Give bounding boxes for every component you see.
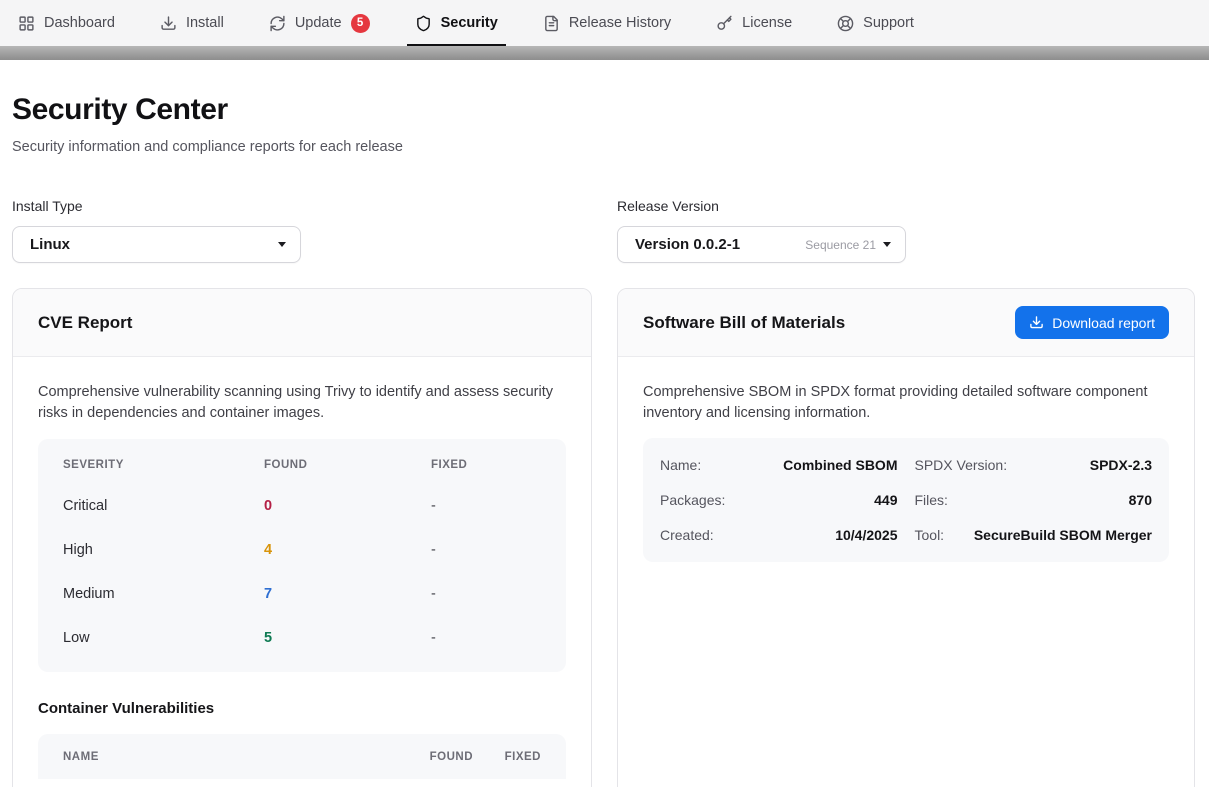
severity-label: Medium <box>63 586 264 602</box>
table-row: Low 5 - <box>38 616 566 660</box>
release-version-select[interactable]: Version 0.0.2-1 Sequence 21 <box>617 226 906 263</box>
col-severity: SEVERITY <box>63 459 264 471</box>
sbom-info-spdx-version: SPDX Version: SPDX-2.3 <box>915 457 1153 473</box>
top-nav: Dashboard Install Update 5 Security Rele… <box>0 0 1209 46</box>
sbom-info-tool: Tool: SecureBuild SBOM Merger <box>915 527 1153 543</box>
nav-item-security[interactable]: Security <box>413 0 500 46</box>
col-found: FOUND <box>264 459 431 471</box>
nav-divider-band <box>0 46 1209 60</box>
table-row: Medium 7 - <box>38 572 566 616</box>
col-fixed: FIXED <box>473 751 541 763</box>
filters-row: Install Type Linux Release Version Versi… <box>12 198 1195 263</box>
severity-label: Low <box>63 630 264 646</box>
chevron-down-icon <box>883 242 891 247</box>
info-label: Tool: <box>915 527 945 543</box>
col-found: FOUND <box>395 751 473 763</box>
install-icon <box>160 15 177 32</box>
found-count: 5 <box>264 630 431 646</box>
col-name: NAME <box>63 751 395 763</box>
page-title: Security Center <box>12 93 1195 127</box>
nav-item-dashboard[interactable]: Dashboard <box>16 0 117 46</box>
info-label: Files: <box>915 492 948 508</box>
chevron-down-icon <box>278 242 286 247</box>
nav-label: License <box>742 15 792 31</box>
cve-report-description: Comprehensive vulnerability scanning usi… <box>38 382 566 424</box>
install-type-value: Linux <box>30 236 70 253</box>
dashboard-icon <box>18 15 35 32</box>
info-value: 449 <box>874 492 897 508</box>
release-history-icon <box>543 15 560 32</box>
table-row: High 4 - <box>38 528 566 572</box>
security-icon <box>415 15 432 32</box>
info-value: SPDX-2.3 <box>1090 457 1152 473</box>
table-row: Critical 0 - <box>38 484 566 528</box>
download-report-button[interactable]: Download report <box>1015 306 1169 339</box>
info-label: Name: <box>660 457 701 473</box>
release-version-filter: Release Version Version 0.0.2-1 Sequence… <box>617 198 1195 263</box>
container-table-header: NAME FOUND FIXED <box>38 734 566 779</box>
install-type-filter: Install Type Linux <box>12 198 592 263</box>
cve-report-card: CVE Report Comprehensive vulnerability s… <box>12 288 592 787</box>
info-value: SecureBuild SBOM Merger <box>974 527 1152 543</box>
info-value: 10/4/2025 <box>835 527 897 543</box>
fixed-count: - <box>431 586 566 602</box>
found-count: 7 <box>264 586 431 602</box>
cards-row: CVE Report Comprehensive vulnerability s… <box>12 288 1195 787</box>
severity-label: High <box>63 542 264 558</box>
info-value: Combined SBOM <box>783 457 897 473</box>
update-icon <box>269 15 286 32</box>
found-count: 4 <box>264 542 431 558</box>
sbom-body: Comprehensive SBOM in SPDX format provid… <box>618 357 1194 587</box>
release-version-label: Release Version <box>617 198 1195 214</box>
fixed-count: - <box>431 498 566 514</box>
release-sequence-hint: Sequence 21 <box>805 238 876 252</box>
release-version-value: Version 0.0.2-1 <box>635 236 740 253</box>
severity-table-header: SEVERITY FOUND FIXED <box>38 446 566 484</box>
info-label: SPDX Version: <box>915 457 1008 473</box>
sbom-header: Software Bill of Materials Download repo… <box>618 289 1194 357</box>
cve-report-body: Comprehensive vulnerability scanning usi… <box>13 357 591 787</box>
page-subtitle: Security information and compliance repo… <box>12 139 1195 155</box>
sbom-info-name: Name: Combined SBOM <box>660 457 898 473</box>
nav-label: Dashboard <box>44 15 115 31</box>
license-icon <box>716 15 733 32</box>
sbom-description: Comprehensive SBOM in SPDX format provid… <box>643 382 1169 424</box>
install-type-select[interactable]: Linux <box>12 226 301 263</box>
download-icon <box>1029 315 1044 330</box>
install-type-label: Install Type <box>12 198 592 214</box>
info-label: Created: <box>660 527 714 543</box>
sbom-card: Software Bill of Materials Download repo… <box>617 288 1195 787</box>
nav-label: Security <box>441 15 498 31</box>
nav-label: Support <box>863 15 914 31</box>
found-count: 0 <box>264 498 431 514</box>
support-icon <box>837 15 854 32</box>
nav-item-support[interactable]: Support <box>835 0 916 46</box>
sbom-info-packages: Packages: 449 <box>660 492 898 508</box>
cve-report-header: CVE Report <box>13 289 591 357</box>
sbom-info-created: Created: 10/4/2025 <box>660 527 898 543</box>
nav-label: Release History <box>569 15 671 31</box>
nav-label: Install <box>186 15 224 31</box>
info-label: Packages: <box>660 492 725 508</box>
info-value: 870 <box>1129 492 1152 508</box>
download-report-label: Download report <box>1052 315 1155 331</box>
update-count-badge: 5 <box>351 14 370 33</box>
nav-item-license[interactable]: License <box>714 0 794 46</box>
fixed-count: - <box>431 542 566 558</box>
nav-item-install[interactable]: Install <box>158 0 226 46</box>
cve-report-title: CVE Report <box>38 313 132 333</box>
sbom-info-files: Files: 870 <box>915 492 1153 508</box>
fixed-count: - <box>431 630 566 646</box>
severity-label: Critical <box>63 498 264 514</box>
col-fixed: FIXED <box>431 459 566 471</box>
sbom-title: Software Bill of Materials <box>643 313 845 333</box>
severity-table: SEVERITY FOUND FIXED Critical 0 - High 4… <box>38 439 566 672</box>
main-content: Security Center Security information and… <box>0 93 1209 787</box>
nav-item-update[interactable]: Update 5 <box>267 0 372 46</box>
nav-label: Update <box>295 15 342 31</box>
container-vulnerabilities-title: Container Vulnerabilities <box>38 700 566 717</box>
sbom-info-grid: Name: Combined SBOM SPDX Version: SPDX-2… <box>643 438 1169 562</box>
nav-item-release-history[interactable]: Release History <box>541 0 673 46</box>
